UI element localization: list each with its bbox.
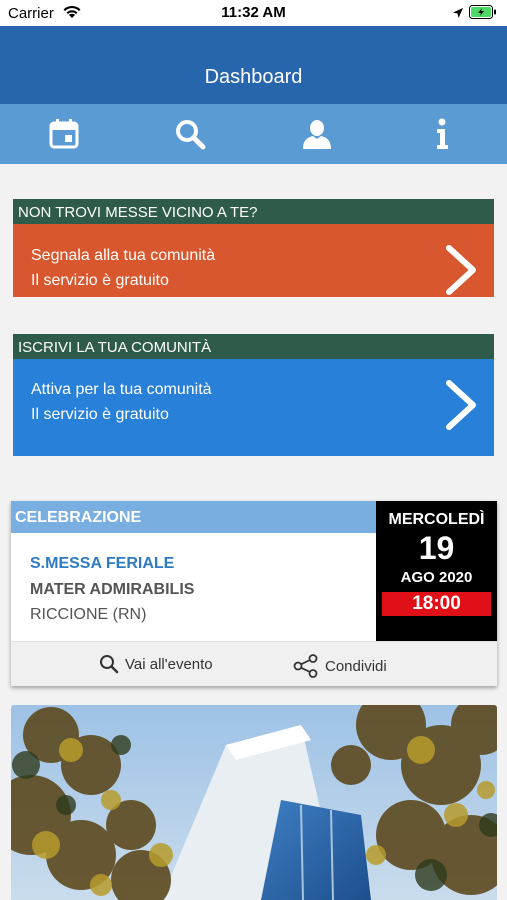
search-icon — [100, 655, 119, 674]
banner-line: Segnala alla tua comunità — [31, 247, 216, 264]
chevron-right-icon — [446, 380, 476, 430]
tab-search[interactable] — [172, 116, 208, 152]
share-icon — [293, 654, 318, 678]
banner-header: NON TROVI MESSE VICINO A TE? — [13, 199, 494, 224]
share-label: Condividi — [325, 657, 387, 675]
event-time: 18:00 — [382, 592, 491, 616]
event-date-box: MERCOLEDÌ 19 AGO 2020 18:00 — [376, 501, 497, 641]
tab-info[interactable] — [424, 116, 460, 152]
navigation-bar: Dashboard — [0, 26, 507, 104]
chevron-right-icon — [446, 245, 476, 295]
register-community-banner[interactable]: ISCRIVI LA TUA COMUNITÀ Attiva per la tu… — [13, 334, 494, 456]
event-weekday: MERCOLEDÌ — [388, 511, 485, 528]
location-arrow-icon — [452, 6, 464, 24]
person-icon — [303, 120, 331, 149]
banner-line: Il servizio è gratuito — [31, 272, 169, 289]
calendar-icon — [49, 119, 79, 149]
tab-profile[interactable] — [299, 116, 335, 152]
tab-bar — [0, 104, 507, 164]
event-place: RICCIONE (RN) — [30, 606, 147, 623]
event-card[interactable]: CELEBRAZIONE S.MESSA FERIALE MATER ADMIR… — [11, 501, 497, 686]
tab-calendar[interactable] — [46, 116, 82, 152]
church-photo[interactable] — [11, 705, 497, 900]
go-to-event-label: Vai all'evento — [125, 655, 213, 673]
search-icon — [176, 120, 206, 150]
banner-header: ISCRIVI LA TUA COMUNITÀ — [13, 334, 494, 359]
status-bar: Carrier 11:32 AM — [0, 0, 507, 26]
banner-body: Attiva per la tua comunità Il servizio è… — [13, 359, 494, 456]
event-month-year: AGO 2020 — [400, 569, 473, 586]
event-actions: Vai all'evento Condividi — [11, 641, 497, 686]
event-church: MATER ADMIRABILIS — [30, 581, 195, 598]
event-category: CELEBRAZIONE — [11, 501, 376, 533]
go-to-event-button[interactable]: Vai all'evento — [99, 654, 213, 674]
event-title: S.MESSA FERIALE — [30, 555, 175, 572]
clock: 11:32 AM — [221, 4, 286, 21]
page-title: Dashboard — [204, 66, 303, 88]
event-day: 19 — [418, 530, 455, 566]
banner-line: Il servizio è gratuito — [31, 406, 169, 423]
banner-body: Segnala alla tua comunità Il servizio è … — [13, 224, 494, 297]
report-community-banner[interactable]: NON TROVI MESSE VICINO A TE? Segnala all… — [13, 199, 494, 297]
share-button[interactable]: Condividi — [293, 654, 387, 678]
info-icon — [437, 118, 448, 149]
battery-icon — [469, 5, 497, 24]
banner-line: Attiva per la tua comunità — [31, 381, 212, 398]
